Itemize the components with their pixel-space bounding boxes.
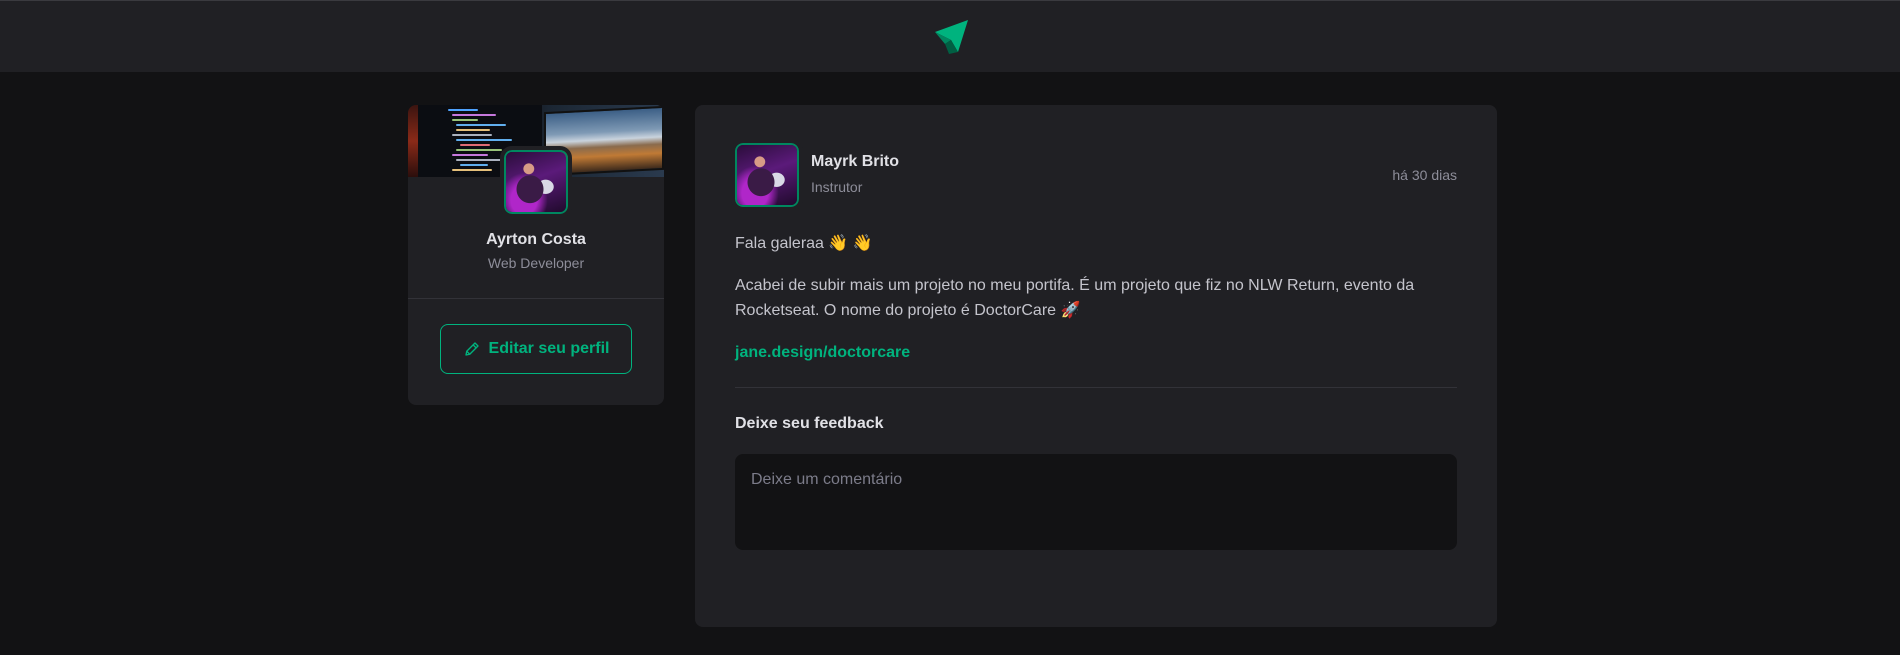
author-role: Instrutor [811, 179, 863, 195]
sidebar-divider [408, 298, 664, 299]
profile-name: Ayrton Costa [486, 231, 586, 248]
post-link[interactable]: jane.design/doctorcare [735, 344, 910, 361]
post-greeting: Fala galeraa 👋 👋 [735, 235, 873, 252]
post-body: Acabei de subir mais um projeto no meu p… [735, 277, 1415, 319]
profile-sidebar: Ayrton Costa Web Developer Editar seu pe… [408, 105, 664, 405]
author-name: Mayrk Brito [811, 153, 900, 170]
avatar-image [506, 152, 566, 212]
author-avatar[interactable] [731, 139, 803, 211]
post-time: há 30 dias [1392, 167, 1457, 183]
top-header [0, 0, 1900, 72]
edit-profile-button[interactable]: Editar seu perfil [440, 324, 632, 374]
edit-profile-label: Editar seu perfil [488, 340, 610, 357]
profile-avatar[interactable] [500, 146, 572, 218]
profile-role: Web Developer [487, 255, 585, 271]
post-content: Fala galeraa 👋 👋 Acabei de subir mais um… [735, 231, 1457, 382]
author-avatar-image [737, 145, 797, 205]
pencil-icon [464, 342, 479, 356]
paper-plane-logo-icon[interactable] [932, 18, 970, 56]
post-divider [735, 387, 1457, 388]
feedback-title: Deixe seu feedback [735, 415, 884, 432]
post-card: Mayrk Brito Instrutor há 30 dias Fala ga… [695, 105, 1497, 627]
comment-input[interactable] [735, 454, 1457, 550]
